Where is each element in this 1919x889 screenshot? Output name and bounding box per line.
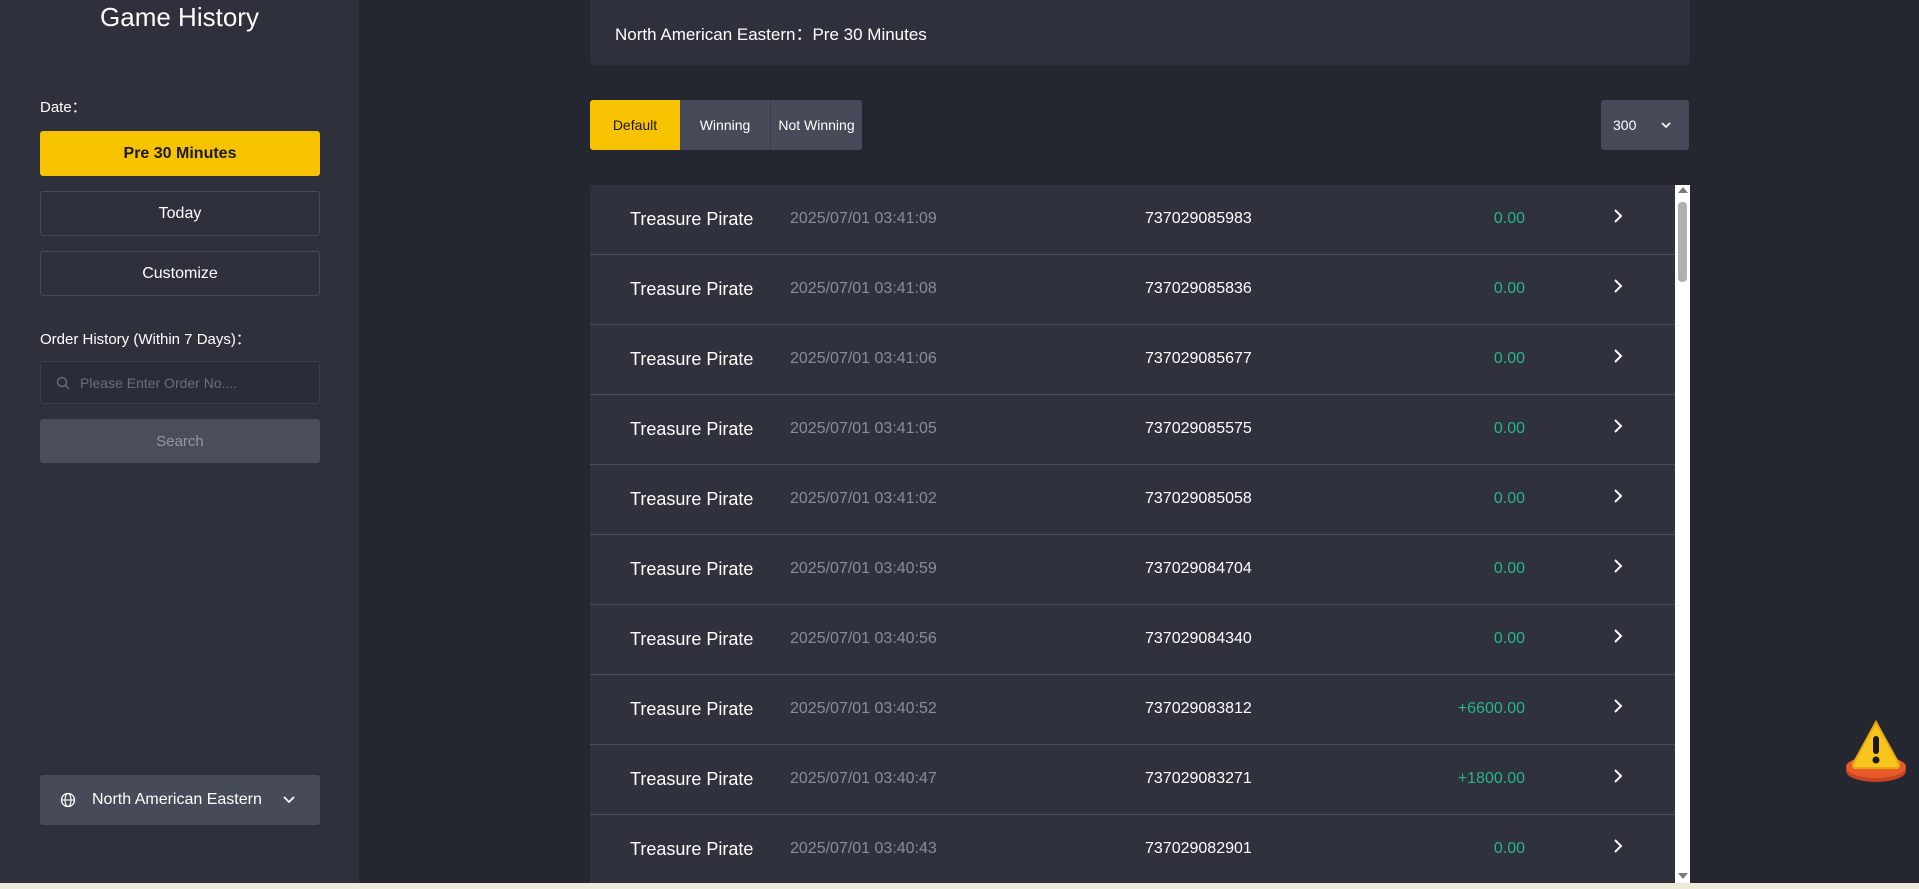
history-row[interactable]: Treasure Pirate 2025/07/01 03:40:59 7370… <box>590 535 1675 605</box>
game-name: Treasure Pirate <box>630 489 754 509</box>
win-amount: 0.00 <box>1493 840 1525 857</box>
record-count-value: 300 <box>1613 117 1637 133</box>
order-number: 737029083271 <box>1145 770 1252 787</box>
history-row[interactable]: Treasure Pirate 2025/07/01 03:41:06 7370… <box>590 325 1675 395</box>
chevron-right-icon[interactable] <box>1612 277 1624 295</box>
warning-icon[interactable] <box>1843 716 1909 788</box>
chevron-right-icon[interactable] <box>1612 697 1624 715</box>
region-label: North American Eastern <box>92 791 262 808</box>
game-name: Treasure Pirate <box>630 839 754 859</box>
history-row[interactable]: Treasure Pirate 2025/07/01 03:40:47 7370… <box>590 745 1675 815</box>
chevron-down-icon <box>1661 122 1671 129</box>
history-list: Treasure Pirate 2025/07/01 03:41:09 7370… <box>590 185 1675 883</box>
win-amount: +1800.00 <box>1457 770 1525 787</box>
order-number: 737029084340 <box>1145 630 1252 647</box>
filter-winning-button[interactable]: Winning <box>680 100 771 150</box>
chevron-down-icon <box>283 796 295 804</box>
bet-time: 2025/07/01 03:41:05 <box>790 420 937 437</box>
bet-time: 2025/07/01 03:41:08 <box>790 280 937 297</box>
scroll-down-arrow[interactable] <box>1678 873 1688 879</box>
history-row[interactable]: Treasure Pirate 2025/07/01 03:40:52 7370… <box>590 675 1675 745</box>
chevron-right-icon[interactable] <box>1612 627 1624 645</box>
filter-default-button[interactable]: Default <box>590 100 680 150</box>
pre-30-minutes-button[interactable]: Pre 30 Minutes <box>40 131 320 176</box>
win-amount: 0.00 <box>1493 630 1525 647</box>
game-name: Treasure Pirate <box>630 419 754 439</box>
win-amount: 0.00 <box>1493 560 1525 577</box>
win-amount: 0.00 <box>1493 490 1525 507</box>
order-number: 737029085677 <box>1145 350 1252 367</box>
header-text: North American Eastern：Pre 30 Minutes <box>615 25 927 44</box>
win-amount: 0.00 <box>1493 420 1525 437</box>
bet-time: 2025/07/01 03:41:09 <box>790 210 937 227</box>
history-row[interactable]: Treasure Pirate 2025/07/01 03:41:05 7370… <box>590 395 1675 465</box>
customize-button[interactable]: Customize <box>40 251 320 296</box>
bet-time: 2025/07/01 03:41:02 <box>790 490 937 507</box>
game-name: Treasure Pirate <box>630 559 754 579</box>
win-amount: +6600.00 <box>1457 700 1525 717</box>
order-number: 737029085983 <box>1145 210 1252 227</box>
search-icon <box>56 376 70 389</box>
win-amount: 0.00 <box>1493 210 1525 227</box>
game-name: Treasure Pirate <box>630 279 754 299</box>
game-name: Treasure Pirate <box>630 699 754 719</box>
chevron-right-icon[interactable] <box>1612 347 1624 365</box>
chevron-right-icon[interactable] <box>1612 487 1624 505</box>
order-history-label: Order History (Within 7 Days)： <box>40 331 251 348</box>
win-amount: 0.00 <box>1493 350 1525 367</box>
order-number: 737029082901 <box>1145 840 1252 857</box>
today-button[interactable]: Today <box>40 191 320 236</box>
list-scrollbar[interactable] <box>1675 185 1690 883</box>
game-name: Treasure Pirate <box>630 209 754 229</box>
win-amount: 0.00 <box>1493 280 1525 297</box>
bet-time: 2025/07/01 03:40:43 <box>790 840 937 857</box>
game-name: Treasure Pirate <box>630 349 754 369</box>
header-bar: North American Eastern：Pre 30 Minutes <box>590 0 1690 65</box>
history-row[interactable]: Treasure Pirate 2025/07/01 03:40:56 7370… <box>590 605 1675 675</box>
order-search-input[interactable]: Please Enter Order No.... <box>40 361 320 404</box>
scroll-up-arrow[interactable] <box>1678 187 1688 193</box>
history-row[interactable]: Treasure Pirate 2025/07/01 03:41:02 7370… <box>590 465 1675 535</box>
region-selector[interactable]: North American Eastern <box>40 775 320 825</box>
game-name: Treasure Pirate <box>630 629 754 649</box>
game-name: Treasure Pirate <box>630 769 754 789</box>
globe-icon <box>60 792 76 808</box>
order-number: 737029083812 <box>1145 700 1252 717</box>
order-number: 737029084704 <box>1145 560 1252 577</box>
bet-time: 2025/07/01 03:41:06 <box>790 350 937 367</box>
bet-time: 2025/07/01 03:40:52 <box>790 700 937 717</box>
record-count-select[interactable]: 300 <box>1601 100 1689 150</box>
chevron-right-icon[interactable] <box>1612 417 1624 435</box>
chevron-right-icon[interactable] <box>1612 557 1624 575</box>
bet-time: 2025/07/01 03:40:56 <box>790 630 937 647</box>
page-title: Game History <box>100 2 259 32</box>
bet-time: 2025/07/01 03:40:47 <box>790 770 937 787</box>
search-placeholder: Please Enter Order No.... <box>80 374 238 391</box>
search-button[interactable]: Search <box>40 419 320 463</box>
filter-tabs: Default Winning Not Winning <box>590 100 862 150</box>
order-number: 737029085058 <box>1145 490 1252 507</box>
sidebar: Game History Date： Pre 30 Minutes Today … <box>0 0 359 889</box>
date-label: Date： <box>40 99 87 116</box>
order-number: 737029085575 <box>1145 420 1252 437</box>
chevron-right-icon[interactable] <box>1612 837 1624 855</box>
filter-not-winning-button[interactable]: Not Winning <box>771 100 862 150</box>
order-number: 737029085836 <box>1145 280 1252 297</box>
bet-time: 2025/07/01 03:40:59 <box>790 560 937 577</box>
history-row[interactable]: Treasure Pirate 2025/07/01 03:41:08 7370… <box>590 255 1675 325</box>
bottom-strip <box>0 883 1919 889</box>
chevron-right-icon[interactable] <box>1612 207 1624 225</box>
history-row[interactable]: Treasure Pirate 2025/07/01 03:40:43 7370… <box>590 815 1675 883</box>
history-row[interactable]: Treasure Pirate 2025/07/01 03:41:09 7370… <box>590 185 1675 255</box>
chevron-right-icon[interactable] <box>1612 767 1624 785</box>
scroll-thumb[interactable] <box>1678 202 1687 282</box>
